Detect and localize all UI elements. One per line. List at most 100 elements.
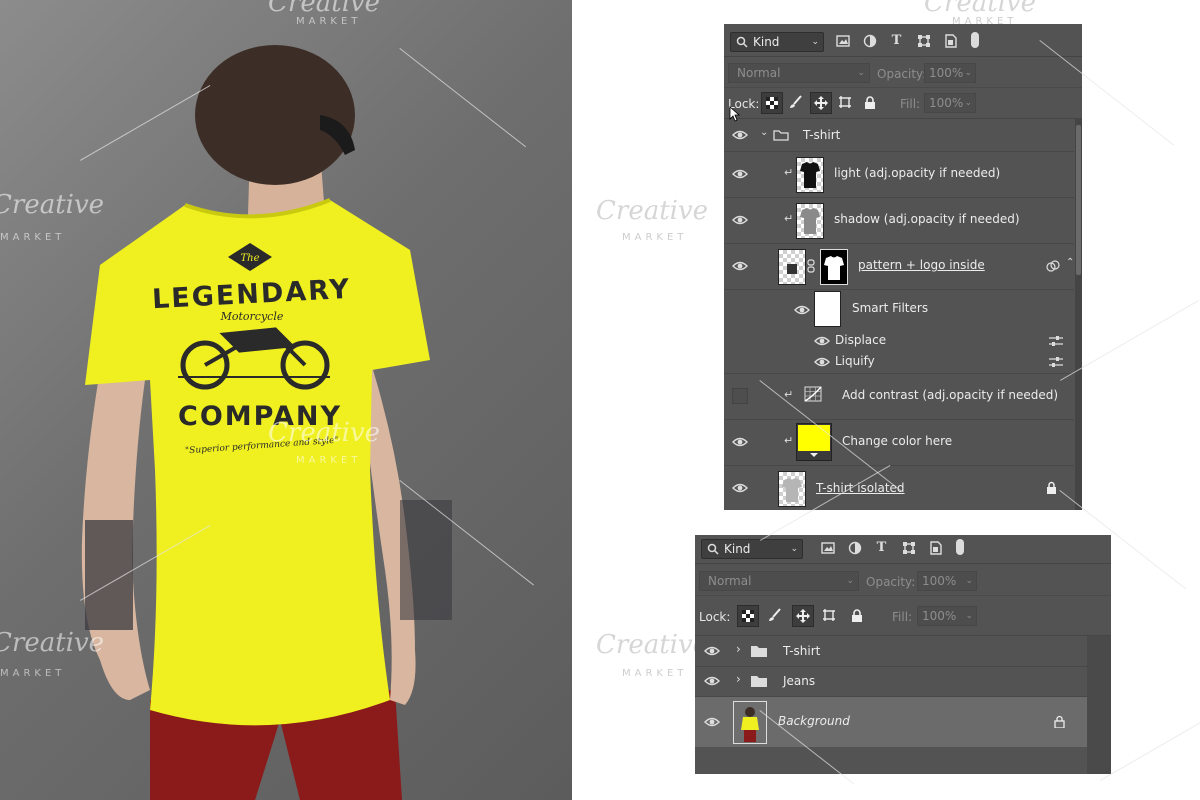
adjustment-filter-icon[interactable] xyxy=(861,32,878,49)
lock-position-button[interactable] xyxy=(810,92,832,114)
blend-mode-select[interactable]: Normal ⌄ xyxy=(699,571,859,591)
opacity-input[interactable]: 100% ⌄ xyxy=(924,63,976,83)
lock-row: Lock: Fill: 100% ⌄ xyxy=(724,88,1082,122)
fill-value: 100% xyxy=(929,96,964,110)
shape-filter-icon[interactable] xyxy=(915,32,932,49)
filter-blending-options-icon[interactable] xyxy=(1049,335,1063,347)
chevron-down-icon: ⌄ xyxy=(846,576,854,586)
layer-thumbnail xyxy=(796,157,824,193)
visibility-eye-icon[interactable] xyxy=(814,356,830,368)
watermark-sub: MARKET xyxy=(622,668,688,679)
mockup-photo: The LEGENDARY Motorcycle COMPANY "Superi… xyxy=(0,0,572,800)
filter-row-displace[interactable]: Displace xyxy=(724,329,1074,351)
visibility-eye-icon[interactable] xyxy=(732,482,748,494)
lock-all-button[interactable] xyxy=(860,92,880,112)
opacity-input[interactable]: 100% ⌄ xyxy=(917,571,977,591)
scrollbar[interactable] xyxy=(1087,636,1111,774)
layer-row-smart-filters[interactable]: Smart Filters xyxy=(724,289,1074,329)
layer-mask-thumbnail[interactable] xyxy=(820,249,848,285)
fill-indicator-icon xyxy=(810,453,818,457)
visibility-eye-icon[interactable] xyxy=(732,168,748,180)
hair xyxy=(195,45,355,185)
smart-object-filter-icon[interactable] xyxy=(942,32,959,49)
filter-row-liquify[interactable]: Liquify xyxy=(724,351,1074,374)
visibility-eye-icon[interactable] xyxy=(732,214,748,226)
layer-row-add-contrast[interactable]: ↵ Add contrast (adj.opacity if needed) xyxy=(724,373,1074,420)
chevron-right-icon[interactable]: › xyxy=(736,672,741,686)
visibility-eye-icon[interactable] xyxy=(732,260,748,272)
chevron-down-icon[interactable]: ⌄ xyxy=(760,127,768,138)
layer-row-jeans-group[interactable]: › Jeans xyxy=(695,666,1087,697)
type-filter-icon[interactable]: T xyxy=(888,32,905,49)
smart-object-filter-icon[interactable] xyxy=(927,539,944,556)
lock-image-pixels-button[interactable] xyxy=(786,92,806,112)
layer-name: Smart Filters xyxy=(852,301,929,315)
layer-name: Liquify xyxy=(835,354,875,368)
watermark-brand: Creative xyxy=(0,190,105,220)
watermark-sub: MARKET xyxy=(296,16,362,27)
chevron-up-icon[interactable]: ⌃ xyxy=(1066,257,1074,268)
chevron-down-icon: ⌄ xyxy=(965,611,973,621)
layer-row-tshirt-group[interactable]: › T-shirt xyxy=(695,636,1087,667)
filter-blending-options-icon[interactable] xyxy=(1049,356,1063,368)
lock-transparent-pixels-button[interactable] xyxy=(737,605,759,627)
blend-mode-select[interactable]: Normal ⌄ xyxy=(728,63,870,83)
layer-row-light[interactable]: ↵ light (adj.opacity if needed) xyxy=(724,151,1074,198)
layer-row-change-color[interactable]: ↵ Change color here xyxy=(724,419,1074,466)
clipping-mask-icon: ↵ xyxy=(784,166,794,179)
chevron-down-icon: ⌄ xyxy=(965,576,973,586)
visibility-toggle-off[interactable] xyxy=(732,388,748,404)
scrollbar-thumb[interactable] xyxy=(1076,125,1081,275)
visibility-eye-icon[interactable] xyxy=(732,129,748,141)
visibility-eye-icon[interactable] xyxy=(704,645,720,657)
lock-artboard-button[interactable] xyxy=(819,605,839,625)
adjustment-filter-icon[interactable] xyxy=(846,539,863,556)
chevron-down-icon: ⌄ xyxy=(857,68,865,78)
layers-panel-detailed: Kind ⌄ T Normal ⌄ Opacity: 100% ⌄ Lock: Fi… xyxy=(724,24,1082,510)
lock-icon xyxy=(1047,481,1056,494)
print-the: The xyxy=(240,253,259,264)
image-filter-icon[interactable] xyxy=(819,539,836,556)
visibility-eye-icon[interactable] xyxy=(794,304,810,316)
lock-artboard-button[interactable] xyxy=(835,92,855,112)
lock-all-button[interactable] xyxy=(847,605,867,625)
visibility-eye-icon[interactable] xyxy=(704,675,720,687)
shape-filter-icon[interactable] xyxy=(900,539,917,556)
filter-bar: Kind ⌄ T xyxy=(724,24,1082,57)
visibility-eye-icon[interactable] xyxy=(814,335,830,347)
mask-link-icon[interactable] xyxy=(807,259,815,273)
lock-position-button[interactable] xyxy=(792,605,814,627)
watermark-line xyxy=(1100,710,1200,781)
kind-label: Kind xyxy=(724,542,751,556)
color-fill-thumbnail[interactable] xyxy=(796,423,832,461)
visibility-eye-icon[interactable] xyxy=(704,716,720,728)
layers-panel-overview: Kind ⌄ T Normal ⌄ Opacity: 100% ⌄ Lock: Fi… xyxy=(695,535,1111,774)
layer-row-pattern-logo[interactable]: pattern + logo inside ⌃ xyxy=(724,243,1074,290)
watermark-brand: Creative xyxy=(268,418,381,448)
smart-filters-icon[interactable] xyxy=(1046,260,1060,272)
type-filter-icon[interactable]: T xyxy=(873,539,890,556)
layer-row-tshirt-group[interactable]: ⌄ T-shirt xyxy=(724,119,1074,152)
filter-bar: Kind ⌄ T xyxy=(695,535,1111,564)
filter-toggle[interactable] xyxy=(956,539,964,555)
lock-transparent-pixels-button[interactable] xyxy=(761,92,783,114)
layer-row-shadow[interactable]: ↵ shadow (adj.opacity if needed) xyxy=(724,197,1074,244)
image-filter-icon[interactable] xyxy=(834,32,851,49)
background-thumbnail xyxy=(733,701,767,744)
kind-filter-select[interactable]: Kind ⌄ xyxy=(701,539,803,559)
folder-icon xyxy=(751,646,767,657)
visibility-eye-icon[interactable] xyxy=(732,436,748,448)
smart-filter-mask-thumbnail[interactable] xyxy=(814,291,841,327)
chevron-right-icon[interactable]: › xyxy=(736,642,741,656)
opacity-label: Opacity: xyxy=(866,575,916,589)
fill-input[interactable]: 100% ⌄ xyxy=(924,93,976,113)
filter-toggle[interactable] xyxy=(971,32,979,48)
layer-row-background[interactable]: Background xyxy=(695,697,1087,747)
lock-image-pixels-button[interactable] xyxy=(765,605,785,625)
scrollbar[interactable] xyxy=(1075,119,1082,510)
layer-name: Change color here xyxy=(842,434,953,448)
fill-input[interactable]: 100% ⌄ xyxy=(917,606,977,626)
kind-filter-select[interactable]: Kind ⌄ xyxy=(730,32,824,52)
layer-thumbnail xyxy=(796,203,824,239)
layer-row-tshirt-isolated[interactable]: T-shirt isolated xyxy=(724,465,1074,510)
